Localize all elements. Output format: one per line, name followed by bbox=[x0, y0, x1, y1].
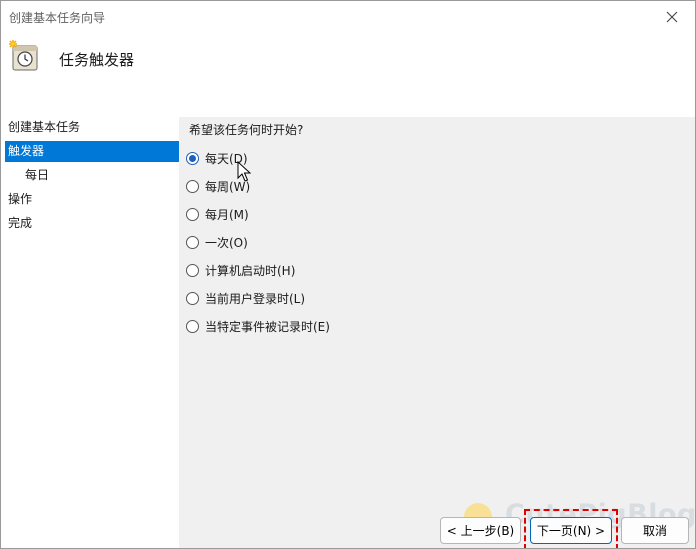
next-button[interactable]: 下一页(N) > bbox=[530, 517, 612, 544]
radio-label: 计算机启动时(H) bbox=[205, 263, 296, 278]
trigger-question: 希望该任务何时开始? bbox=[189, 123, 304, 137]
radio-label: 当前用户登录时(L) bbox=[205, 291, 306, 306]
radio-option-once[interactable]: 一次(O) bbox=[186, 232, 248, 252]
radio-option-daily[interactable]: 每天(D) bbox=[186, 148, 248, 168]
radio-label: 每周(W) bbox=[205, 179, 251, 194]
radio-option-monthly[interactable]: 每月(M) bbox=[186, 204, 249, 224]
nav-item-daily[interactable]: 每日 bbox=[5, 165, 179, 186]
radio-label: 一次(O) bbox=[205, 235, 248, 250]
wizard-content: 希望该任务何时开始? 每天(D) 每周(W) 每月(M) 一次(O) 计算机启动… bbox=[179, 117, 695, 548]
nav-item-finish[interactable]: 完成 bbox=[5, 213, 179, 234]
scheduled-task-icon bbox=[9, 40, 38, 71]
back-button[interactable]: < 上一步(B) bbox=[440, 517, 521, 544]
radio-button[interactable] bbox=[186, 263, 199, 277]
nav-item-create-basic-task[interactable]: 创建基本任务 bbox=[5, 117, 179, 138]
radio-button[interactable] bbox=[186, 151, 199, 165]
radio-label: 当特定事件被记录时(E) bbox=[205, 319, 330, 334]
radio-button[interactable] bbox=[186, 179, 199, 193]
radio-label: 每月(M) bbox=[205, 207, 249, 222]
radio-option-logon[interactable]: 当前用户登录时(L) bbox=[186, 288, 305, 308]
nav-item-action[interactable]: 操作 bbox=[5, 189, 179, 210]
close-icon bbox=[666, 11, 678, 23]
window-title: 创建基本任务向导 bbox=[9, 11, 106, 25]
cancel-button[interactable]: 取消 bbox=[621, 517, 689, 544]
radio-label: 每天(D) bbox=[205, 151, 248, 166]
title-bar: 创建基本任务向导 bbox=[1, 1, 695, 33]
radio-option-event[interactable]: 当特定事件被记录时(E) bbox=[186, 316, 330, 336]
radio-button[interactable] bbox=[186, 235, 199, 249]
wizard-steps-nav: 创建基本任务 触发器 每日 操作 完成 bbox=[1, 117, 179, 548]
nav-item-trigger[interactable]: 触发器 bbox=[5, 141, 179, 162]
wizard-header: 任务触发器 bbox=[1, 33, 695, 117]
radio-button[interactable] bbox=[186, 207, 199, 221]
radio-button[interactable] bbox=[186, 291, 199, 305]
radio-option-startup[interactable]: 计算机启动时(H) bbox=[186, 260, 295, 280]
page-title: 任务触发器 bbox=[59, 51, 135, 69]
wizard-window: 创建基本任务向导 任务触发器 创建基本任务 触发器 每日 操作 完成 希望该任务… bbox=[0, 0, 696, 549]
radio-button[interactable] bbox=[186, 319, 199, 333]
close-button[interactable] bbox=[649, 1, 695, 33]
radio-option-weekly[interactable]: 每周(W) bbox=[186, 176, 250, 196]
